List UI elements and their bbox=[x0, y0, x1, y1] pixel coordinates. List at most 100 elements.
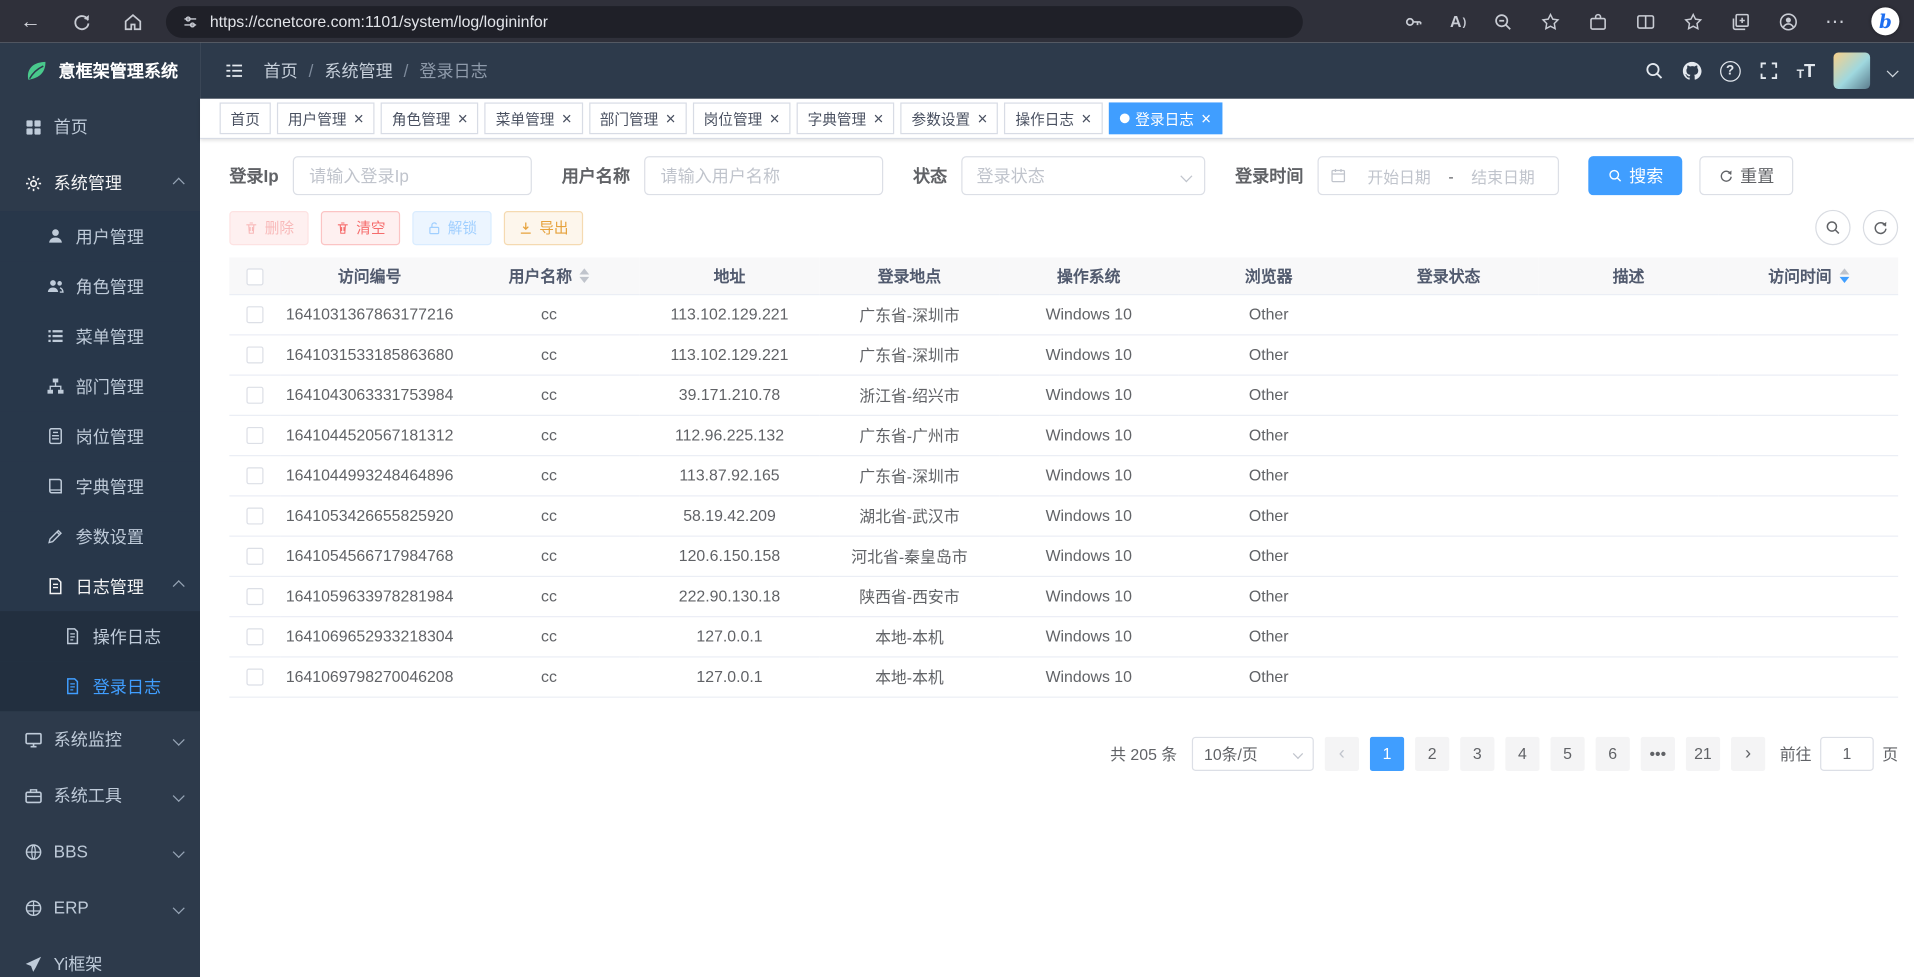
table-row[interactable]: 1641054566717984768cc120.6.150.158河北省-秦皇… bbox=[229, 536, 1898, 576]
sidebar-item-system-tools[interactable]: 系统工具 bbox=[0, 767, 200, 823]
tab-close-icon[interactable]: × bbox=[562, 110, 572, 127]
favorites-add-icon[interactable] bbox=[1540, 10, 1562, 32]
header-search-icon[interactable] bbox=[1644, 61, 1664, 81]
login-time-range-picker[interactable]: 开始日期 - 结束日期 bbox=[1318, 156, 1560, 195]
breadcrumb-item[interactable]: 系统管理 bbox=[324, 59, 392, 83]
font-size-icon[interactable]: TT bbox=[1797, 60, 1816, 81]
page-size-select[interactable]: 10条/页 bbox=[1192, 736, 1314, 770]
next-page-button[interactable]: › bbox=[1731, 736, 1765, 770]
user-name-input[interactable] bbox=[645, 156, 884, 195]
avatar-dropdown-caret[interactable] bbox=[1887, 65, 1899, 77]
table-row[interactable]: 1641059633978281984cc222.90.130.18陕西省-西安… bbox=[229, 576, 1898, 616]
row-checkbox[interactable] bbox=[246, 629, 263, 646]
sidebar-item-menu-management[interactable]: 菜单管理 bbox=[0, 311, 200, 361]
sort-icon[interactable] bbox=[1839, 268, 1849, 283]
column-header[interactable]: 用户名称 bbox=[459, 257, 640, 294]
sidebar-item-system-monitor[interactable]: 系统监控 bbox=[0, 711, 200, 767]
column-header[interactable]: 访问时间 bbox=[1719, 257, 1898, 294]
sidebar-item-log-management[interactable]: 日志管理 bbox=[0, 561, 200, 611]
tab-close-icon[interactable]: × bbox=[666, 110, 676, 127]
sidebar-item-system-management[interactable]: 系统管理 bbox=[0, 155, 200, 211]
row-checkbox[interactable] bbox=[246, 669, 263, 686]
user-avatar[interactable] bbox=[1834, 52, 1871, 89]
tab-close-icon[interactable]: × bbox=[977, 110, 987, 127]
select-all-checkbox[interactable] bbox=[246, 268, 263, 285]
sidebar-item-home[interactable]: 首页 bbox=[0, 99, 200, 155]
table-row[interactable]: 1641043063331753984cc39.171.210.78浙江省-绍兴… bbox=[229, 375, 1898, 415]
row-checkbox[interactable] bbox=[246, 347, 263, 364]
sidebar-item-yi-framework[interactable]: Yi框架 bbox=[0, 936, 200, 977]
tab-home[interactable]: 首页 bbox=[220, 102, 271, 134]
unlock-button[interactable]: 解锁 bbox=[412, 210, 491, 244]
read-aloud-icon[interactable]: A) bbox=[1450, 10, 1466, 32]
row-checkbox[interactable] bbox=[246, 427, 263, 444]
browser-settings-icon[interactable]: ⋯ bbox=[1825, 10, 1846, 32]
extensions-icon[interactable] bbox=[1587, 10, 1609, 32]
page-button-6[interactable]: 6 bbox=[1596, 736, 1630, 770]
github-icon[interactable] bbox=[1682, 61, 1702, 81]
tab-dept-management[interactable]: 部门管理× bbox=[589, 102, 687, 134]
table-row[interactable]: 1641031367863177216cc113.102.129.221广东省-… bbox=[229, 294, 1898, 334]
tab-close-icon[interactable]: × bbox=[1081, 110, 1091, 127]
row-checkbox[interactable] bbox=[246, 508, 263, 525]
row-checkbox[interactable] bbox=[246, 307, 263, 324]
sidebar-item-login-log[interactable]: 登录日志 bbox=[0, 661, 200, 711]
sidebar-item-param-settings[interactable]: 参数设置 bbox=[0, 511, 200, 561]
sidebar-item-bbs[interactable]: BBS bbox=[0, 823, 200, 879]
row-checkbox[interactable] bbox=[246, 548, 263, 565]
tab-post-management[interactable]: 岗位管理× bbox=[693, 102, 791, 134]
sort-icon[interactable] bbox=[579, 268, 589, 283]
password-key-icon[interactable] bbox=[1402, 10, 1424, 32]
page-button-1[interactable]: 1 bbox=[1370, 736, 1404, 770]
table-row[interactable]: 1641069652933218304cc127.0.0.1本地-本机Windo… bbox=[229, 616, 1898, 656]
browser-back-button[interactable]: ← bbox=[20, 10, 42, 32]
hide-search-button[interactable] bbox=[1815, 210, 1850, 245]
breadcrumb-item[interactable]: 首页 bbox=[263, 59, 297, 83]
tab-close-icon[interactable]: × bbox=[874, 110, 884, 127]
login-ip-input[interactable] bbox=[293, 156, 532, 195]
browser-profile-icon[interactable] bbox=[1777, 10, 1799, 32]
tab-close-icon[interactable]: × bbox=[354, 110, 364, 127]
tab-close-icon[interactable]: × bbox=[770, 110, 780, 127]
table-row[interactable]: 1641031533185863680cc113.102.129.221广东省-… bbox=[229, 334, 1898, 374]
tab-close-icon[interactable]: × bbox=[458, 110, 468, 127]
page-button-3[interactable]: 3 bbox=[1460, 736, 1494, 770]
reset-button[interactable]: 重置 bbox=[1700, 156, 1794, 195]
collections-icon[interactable] bbox=[1730, 10, 1752, 32]
tab-operation-log[interactable]: 操作日志× bbox=[1005, 102, 1103, 134]
browser-address-bar[interactable]: https://ccnetcore.com:1101/system/log/lo… bbox=[166, 5, 1303, 37]
help-icon[interactable]: ? bbox=[1720, 60, 1741, 81]
status-select[interactable]: 登录状态 bbox=[962, 156, 1206, 195]
page-button-2[interactable]: 2 bbox=[1415, 736, 1449, 770]
tab-role-management[interactable]: 角色管理× bbox=[381, 102, 479, 134]
zoom-out-icon[interactable] bbox=[1492, 10, 1514, 32]
sidebar-toggle-button[interactable] bbox=[224, 61, 244, 81]
row-checkbox[interactable] bbox=[246, 387, 263, 404]
sidebar-item-dict-management[interactable]: 字典管理 bbox=[0, 461, 200, 511]
browser-home-button[interactable] bbox=[122, 10, 144, 32]
table-row[interactable]: 1641044993248464896cc113.87.92.165广东省-深圳… bbox=[229, 455, 1898, 495]
page-button-21[interactable]: 21 bbox=[1686, 736, 1720, 770]
table-row[interactable]: 1641053426655825920cc58.19.42.209湖北省-武汉市… bbox=[229, 495, 1898, 535]
tab-close-icon[interactable]: × bbox=[1201, 110, 1211, 127]
sidebar-item-role-management[interactable]: 角色管理 bbox=[0, 261, 200, 311]
bing-copilot-icon[interactable]: b bbox=[1871, 7, 1899, 35]
browser-refresh-button[interactable] bbox=[71, 10, 93, 32]
refresh-table-button[interactable] bbox=[1863, 210, 1898, 245]
tab-param-settings[interactable]: 参数设置× bbox=[901, 102, 999, 134]
page-button-4[interactable]: 4 bbox=[1505, 736, 1539, 770]
tab-user-management[interactable]: 用户管理× bbox=[277, 102, 375, 134]
export-button[interactable]: 导出 bbox=[504, 210, 583, 244]
page-button-5[interactable]: 5 bbox=[1550, 736, 1584, 770]
search-button[interactable]: 搜索 bbox=[1589, 156, 1683, 195]
sidebar-item-post-management[interactable]: 岗位管理 bbox=[0, 411, 200, 461]
delete-button[interactable]: 删除 bbox=[229, 210, 308, 244]
tab-login-log[interactable]: 登录日志× bbox=[1108, 102, 1222, 134]
split-screen-icon[interactable] bbox=[1635, 10, 1657, 32]
sidebar-item-dept-management[interactable]: 部门管理 bbox=[0, 361, 200, 411]
tab-menu-management[interactable]: 菜单管理× bbox=[485, 102, 583, 134]
prev-page-button[interactable]: ‹ bbox=[1325, 736, 1359, 770]
row-checkbox[interactable] bbox=[246, 588, 263, 605]
favorites-bar-icon[interactable] bbox=[1682, 10, 1704, 32]
clear-button[interactable]: 清空 bbox=[321, 210, 400, 244]
